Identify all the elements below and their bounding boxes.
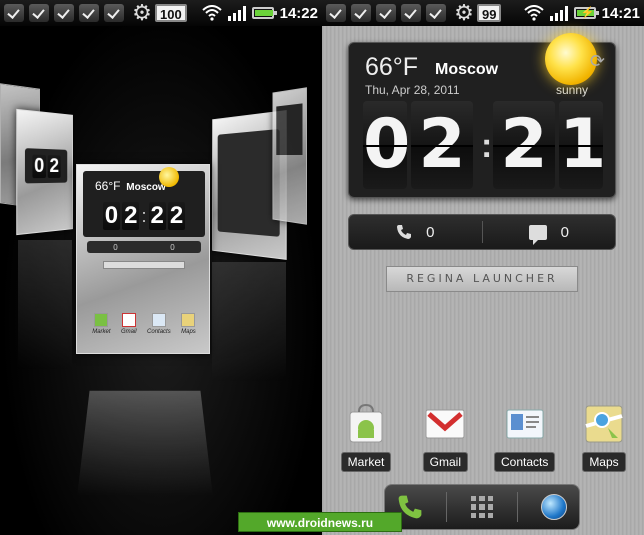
app-shortcut-row: Market Gmail Contacts Maps	[336, 402, 634, 472]
app-contacts[interactable]: Contacts	[147, 313, 171, 335]
unread-messages-count: 0	[561, 224, 569, 241]
side-clock: 02	[25, 148, 67, 183]
divider	[446, 492, 447, 522]
notification-check-icon	[401, 4, 421, 22]
app-maps[interactable]: Maps	[181, 313, 196, 335]
notification-check-icon	[351, 4, 371, 22]
panel-reflection	[212, 262, 286, 382]
mini-flip-clock: 02 : 22	[89, 199, 199, 233]
status-time: 14:21	[602, 5, 640, 22]
wifi-icon	[524, 5, 544, 21]
app-market[interactable]: Market	[92, 313, 110, 335]
notification-check-icon	[326, 4, 346, 22]
signal-icon	[550, 5, 568, 21]
clock-colon: :	[481, 127, 492, 166]
hour-digit: 2	[48, 155, 61, 178]
message-count: 0	[170, 243, 174, 252]
battery-icon	[252, 7, 274, 19]
notification-check-icon	[376, 4, 396, 22]
market-icon	[344, 402, 388, 446]
city: Moscow	[435, 61, 498, 79]
minute-digit: 2	[493, 101, 555, 189]
app-drawer-icon[interactable]	[471, 496, 493, 518]
minute-digit: 1	[559, 101, 603, 189]
minute-digit: 2	[149, 202, 166, 230]
divider	[517, 492, 518, 522]
browser-icon[interactable]	[541, 494, 567, 520]
message-icon	[529, 225, 547, 240]
left-screenshot: ⚙ 100 14:22 02 66°F Moscow 02 : 2 2 0 0 …	[0, 0, 322, 535]
call-count: 0	[113, 243, 117, 252]
market-icon	[94, 313, 108, 327]
weather-condition: sunny	[556, 83, 588, 97]
app-label: Market	[341, 452, 392, 472]
sun-icon	[159, 167, 179, 187]
mini-call-bar[interactable]: 0 0	[87, 241, 201, 253]
missed-calls-count: 0	[426, 224, 434, 241]
mini-weather: 66°F Moscow	[95, 179, 166, 193]
hour-digit: 2	[411, 101, 473, 189]
gear-icon: ⚙	[454, 3, 474, 23]
date: Thu, Apr 28, 2011	[365, 83, 460, 97]
maps-icon	[582, 402, 626, 446]
messages-button[interactable]: 0	[483, 215, 616, 249]
dock	[384, 484, 580, 530]
panel-reflection	[18, 240, 72, 370]
notification-check-icon	[79, 4, 99, 22]
notification-check-icon	[426, 4, 446, 22]
app-maps[interactable]: Maps	[574, 402, 634, 472]
homescreen-panel[interactable]: 02	[16, 109, 73, 235]
app-market[interactable]: Market	[336, 402, 396, 472]
battery-level-badge: 99	[477, 4, 501, 22]
notification-check-icon	[4, 4, 24, 22]
app-gmail[interactable]: Gmail	[415, 402, 475, 472]
missed-calls-button[interactable]: 0	[349, 215, 482, 249]
app-label: Maps	[582, 452, 625, 472]
refresh-icon[interactable]: ⟳	[590, 51, 605, 72]
app-gmail[interactable]: Gmail	[121, 313, 137, 335]
hour-digit: 0	[32, 154, 46, 178]
minute-digit: 2	[168, 202, 185, 230]
mini-clock-widget: 66°F Moscow 02 : 22	[83, 171, 205, 237]
notification-check-icon	[54, 4, 74, 22]
app-contacts[interactable]: Contacts	[495, 402, 555, 472]
clock-colon: :	[141, 206, 146, 227]
phone-icon	[396, 224, 412, 240]
mini-launcher-label	[103, 261, 185, 269]
launcher-label: REGINA LAUNCHER	[386, 266, 578, 292]
homescreen-panel-active[interactable]: 66°F Moscow 02 : 22 0 0 Market Gmail Con…	[76, 164, 210, 354]
contacts-icon	[152, 313, 166, 327]
hour-digit: 2	[122, 202, 139, 230]
app-label: Gmail	[423, 452, 468, 472]
gmail-icon	[122, 313, 136, 327]
app-label: Contacts	[494, 452, 555, 472]
battery-charging-icon: ⚡	[574, 7, 596, 19]
temperature: 66°F	[95, 179, 120, 193]
panel-reflection	[77, 391, 213, 496]
status-bar[interactable]: ⚙ 100 14:22	[0, 0, 322, 26]
notification-check-icon	[29, 4, 49, 22]
city: Moscow	[126, 182, 165, 193]
wifi-icon	[202, 5, 222, 21]
watermark: www.droidnews.ru	[238, 512, 402, 532]
mini-app-row: Market Gmail Contacts Maps	[87, 313, 201, 335]
signal-icon	[228, 5, 246, 21]
temperature: 66°F	[365, 53, 418, 82]
gmail-icon	[423, 402, 467, 446]
status-bar[interactable]: ⚙ 99 ⚡ 14:21	[322, 0, 644, 26]
right-screenshot: ⚙ 99 ⚡ 14:21 66°F Moscow Thu, Apr 28, 20…	[322, 0, 644, 535]
hour-digit: 0	[363, 101, 407, 189]
battery-level-badge: 100	[155, 4, 187, 22]
homescreen-panel[interactable]	[272, 87, 306, 225]
notification-check-icon	[104, 4, 124, 22]
hour-digit: 0	[103, 202, 120, 230]
gear-icon: ⚙	[132, 3, 152, 23]
panel-widget-area	[276, 103, 302, 155]
status-time: 14:22	[280, 5, 318, 22]
contacts-icon	[503, 402, 547, 446]
call-message-bar: 0 0	[348, 214, 616, 250]
maps-icon	[181, 313, 195, 327]
clock-weather-widget[interactable]: 66°F Moscow Thu, Apr 28, 2011 sunny ⟳ 0 …	[348, 42, 616, 198]
panel-widget-area	[218, 129, 280, 237]
